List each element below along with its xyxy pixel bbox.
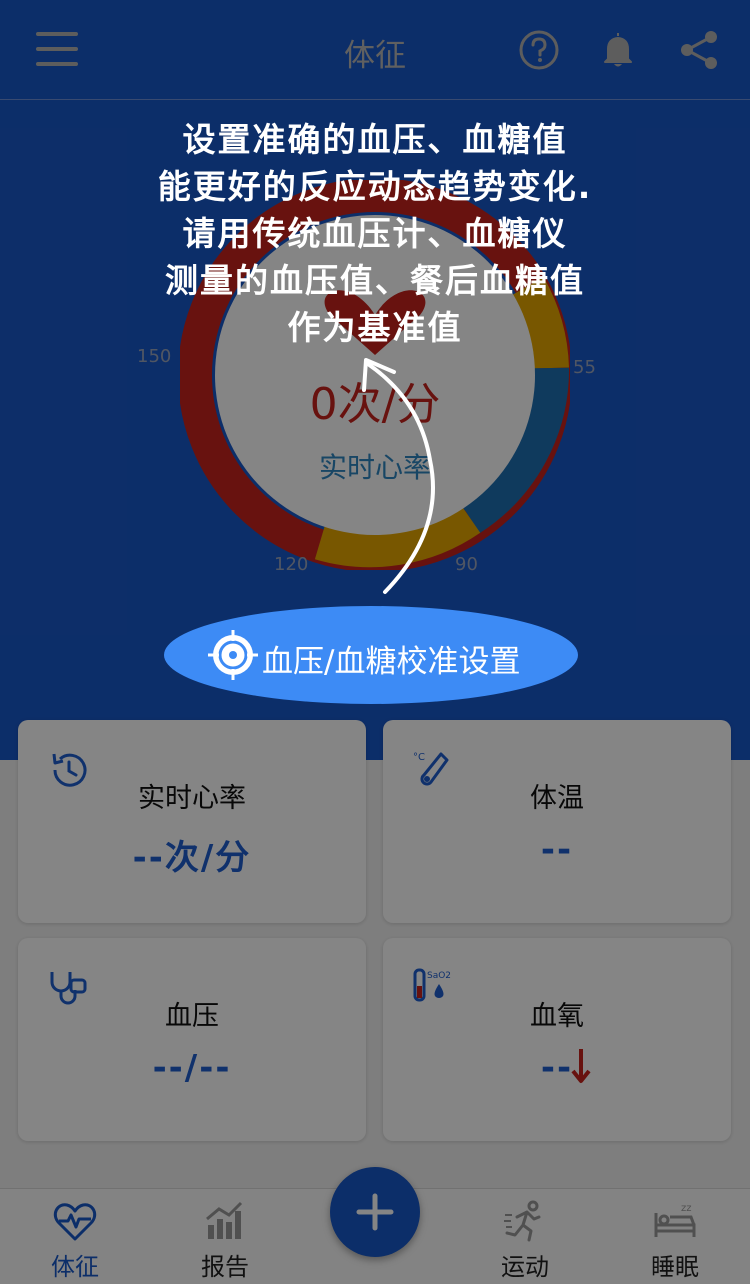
calibration-guide-text: 设置准确的血压、血糖值 能更好的反应动态趋势变化. 请用传统血压计、血糖仪 测量…	[60, 116, 690, 351]
calibration-settings-button[interactable]: 血压/血糖校准设置	[164, 606, 578, 704]
guide-line: 作为基准值	[287, 308, 463, 347]
target-icon	[207, 629, 259, 681]
guide-arrow-icon	[350, 350, 450, 600]
guide-line: 测量的血压值、餐后血糖值	[165, 261, 585, 300]
calibration-button-label: 血压/血糖校准设置	[262, 644, 521, 680]
guide-line: 设置准确的血压、血糖值	[182, 120, 568, 159]
guide-line: 能更好的反应动态趋势变化.	[157, 167, 593, 206]
guide-line: 请用传统血压计、血糖仪	[182, 214, 568, 253]
app-screen: 体征 150 55 120 90 0次/分 实时心率 实时心率 --次/分 °C…	[0, 0, 750, 1284]
